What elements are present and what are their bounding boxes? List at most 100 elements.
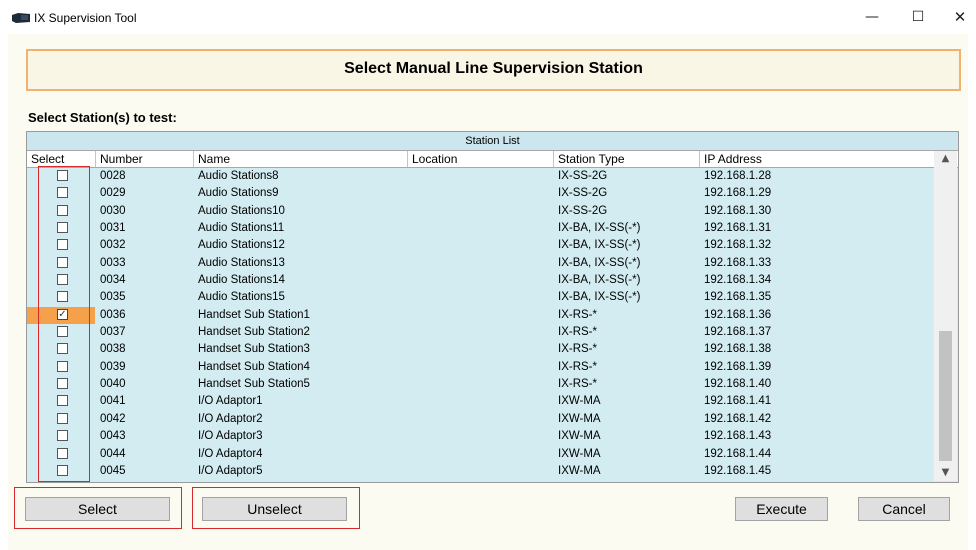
cell-ip: 192.168.1.43 — [704, 430, 772, 443]
cell-number: 0041 — [100, 395, 126, 408]
cell-name: Handset Sub Station2 — [198, 326, 310, 339]
unselect-button[interactable]: Unselect — [202, 497, 347, 521]
cell-ip: 192.168.1.38 — [704, 343, 772, 356]
table-row[interactable]: 0031 Audio Stations11 IX-BA, IX-SS(-*) 192.… — [27, 220, 933, 237]
cell-type: IX-SS-2G — [558, 170, 608, 182]
cell-type: IX-RS-* — [558, 308, 597, 321]
column-header-location[interactable]: Location — [408, 151, 554, 167]
cell-ip: 192.168.1.40 — [704, 378, 772, 391]
cell-number: 0034 — [100, 274, 126, 287]
cell-ip: 192.168.1.29 — [704, 187, 772, 200]
column-header-select[interactable]: Select — [27, 151, 96, 167]
title-bar: IX Supervision Tool — ☐ ✕ — [0, 0, 976, 34]
scroll-down-arrow-icon[interactable]: ▼ — [934, 465, 957, 481]
cancel-button[interactable]: Cancel — [858, 497, 950, 521]
column-header-name[interactable]: Name — [194, 151, 408, 167]
column-header-number[interactable]: Number — [96, 151, 194, 167]
cell-type: IX-SS-2G — [558, 187, 608, 200]
cell-type: IX-BA, IX-SS(-*) — [558, 291, 641, 304]
cell-name: I/O Adaptor5 — [198, 464, 263, 477]
vertical-scrollbar[interactable]: ▲ ▼ — [934, 151, 957, 481]
table-row[interactable]: 0045 I/O Adaptor5 IXW-MA 192.168.1.45 — [27, 463, 933, 480]
grid-caption: Station List — [27, 132, 958, 151]
minimize-button[interactable]: — — [852, 6, 892, 28]
table-row[interactable]: 0041 I/O Adaptor1 IXW-MA 192.168.1.41 — [27, 393, 933, 410]
table-row[interactable]: 0039 Handset Sub Station4 IX-RS-* 192.168.1… — [27, 359, 933, 376]
cell-name: I/O Adaptor2 — [198, 412, 263, 425]
column-header-ip-address[interactable]: IP Address — [700, 151, 934, 167]
table-row[interactable]: 0033 Audio Stations13 IX-BA, IX-SS(-*) 192.… — [27, 255, 933, 272]
cell-ip: 192.168.1.34 — [704, 274, 772, 287]
cell-type: IX-SS-2G — [558, 204, 608, 217]
highlight-checkbox-column — [38, 166, 90, 482]
cell-name: I/O Adaptor3 — [198, 430, 263, 443]
table-row[interactable]: ✓ 0036 Handset Sub Station1 IX-RS-* 192.168.… — [27, 306, 933, 324]
cell-name: Audio Stations9 — [198, 187, 279, 200]
execute-button[interactable]: Execute — [735, 497, 828, 521]
window-title: IX Supervision Tool — [34, 11, 137, 25]
cell-type: IX-BA, IX-SS(-*) — [558, 222, 641, 235]
cell-ip: 192.168.1.37 — [704, 326, 772, 339]
table-row[interactable]: 0044 I/O Adaptor4 IXW-MA 192.168.1.44 — [27, 446, 933, 463]
cell-name: Audio Stations15 — [198, 291, 285, 304]
table-row[interactable]: 0030 Audio Stations10 IX-SS-2G 192.168.1.30 — [27, 203, 933, 220]
column-header-station-type[interactable]: Station Type — [554, 151, 700, 167]
cell-type: IXW-MA — [558, 464, 601, 477]
cell-number: 0042 — [100, 412, 126, 425]
cell-ip: 192.168.1.32 — [704, 239, 772, 252]
table-row[interactable]: 0037 Handset Sub Station2 IX-RS-* 192.168.1… — [27, 324, 933, 341]
cell-name: Handset Sub Station1 — [198, 308, 310, 321]
cell-type: IX-RS-* — [558, 378, 597, 391]
cell-number: 0033 — [100, 256, 126, 269]
app-icon — [12, 13, 30, 23]
scroll-thumb[interactable] — [939, 331, 952, 461]
cell-number: 0037 — [100, 326, 126, 339]
cell-ip: 192.168.1.45 — [704, 464, 772, 477]
cell-ip: 192.168.1.33 — [704, 256, 772, 269]
cell-name: Audio Stations12 — [198, 239, 285, 252]
table-row[interactable]: 0043 I/O Adaptor3 IXW-MA 192.168.1.43 — [27, 428, 933, 445]
cell-number: 0029 — [100, 187, 126, 200]
table-row[interactable]: 0029 Audio Stations9 IX-SS-2G 192.168.1.29 — [27, 185, 933, 202]
cell-number: 0045 — [100, 464, 126, 477]
cell-type: IX-BA, IX-SS(-*) — [558, 274, 641, 287]
cell-name: Handset Sub Station3 — [198, 343, 310, 356]
table-row[interactable]: 0035 Audio Stations15 IX-BA, IX-SS(-*) 192.… — [27, 289, 933, 306]
grid-rows: 0028 Audio Stations8 IX-SS-2G 192.168.1.28 0… — [27, 168, 933, 480]
cell-number: 0044 — [100, 447, 126, 460]
table-row[interactable]: 0038 Handset Sub Station3 IX-RS-* 192.168.1… — [27, 341, 933, 358]
table-row[interactable]: 0034 Audio Stations14 IX-BA, IX-SS(-*) 192.… — [27, 272, 933, 289]
cell-number: 0032 — [100, 239, 126, 252]
page-title: Select Manual Line Supervision Station — [344, 60, 643, 77]
maximize-button[interactable]: ☐ — [898, 6, 938, 28]
dialog-body: Select Manual Line Supervision Station S… — [8, 34, 968, 550]
cell-name: Audio Stations10 — [198, 204, 285, 217]
close-button[interactable]: ✕ — [940, 6, 976, 28]
cell-ip: 192.168.1.35 — [704, 291, 772, 304]
scroll-up-arrow-icon[interactable]: ▲ — [934, 151, 957, 167]
cell-ip: 192.168.1.31 — [704, 222, 772, 235]
table-row[interactable]: 0042 I/O Adaptor2 IXW-MA 192.168.1.42 — [27, 411, 933, 428]
cell-name: Audio Stations8 — [198, 170, 279, 182]
cell-ip: 192.168.1.39 — [704, 360, 772, 373]
header-panel: Select Manual Line Supervision Station — [26, 49, 961, 91]
cell-number: 0031 — [100, 222, 126, 235]
cell-name: I/O Adaptor4 — [198, 447, 263, 460]
table-row[interactable]: 0032 Audio Stations12 IX-BA, IX-SS(-*) 192.… — [27, 237, 933, 254]
select-button[interactable]: Select — [25, 497, 170, 521]
select-stations-label: Select Station(s) to test: — [28, 110, 177, 125]
table-row[interactable]: 0040 Handset Sub Station5 IX-RS-* 192.168.1… — [27, 376, 933, 393]
cell-ip: 192.168.1.28 — [704, 170, 772, 182]
cell-type: IX-BA, IX-SS(-*) — [558, 256, 641, 269]
cell-type: IX-BA, IX-SS(-*) — [558, 239, 641, 252]
cell-name: Audio Stations11 — [198, 222, 285, 235]
cell-type: IXW-MA — [558, 412, 601, 425]
cell-number: 0039 — [100, 360, 126, 373]
cell-ip: 192.168.1.44 — [704, 447, 772, 460]
cell-name: I/O Adaptor1 — [198, 395, 263, 408]
cell-ip: 192.168.1.42 — [704, 412, 772, 425]
table-row[interactable]: 0028 Audio Stations8 IX-SS-2G 192.168.1.28 — [27, 168, 933, 185]
station-list-grid[interactable]: Station List Select Number Name Location… — [26, 131, 959, 483]
grid-header: Select Number Name Location Station Type… — [27, 151, 958, 168]
cell-number: 0035 — [100, 291, 126, 304]
